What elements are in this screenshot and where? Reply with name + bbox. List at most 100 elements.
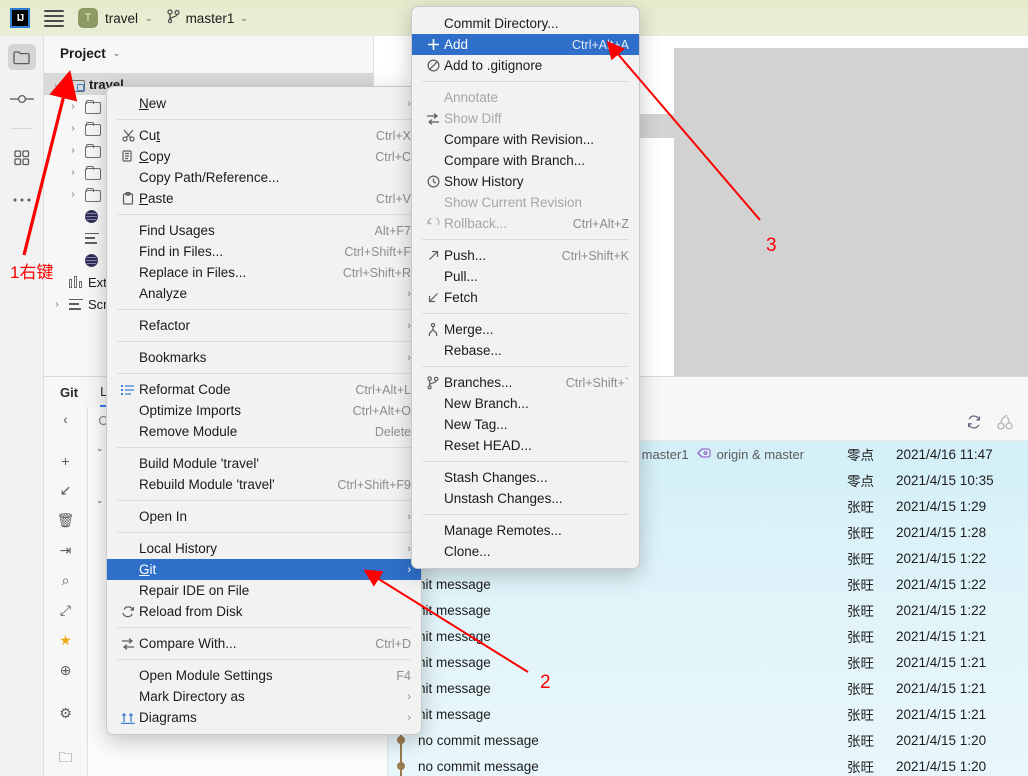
menu-item-new-tag[interactable]: New Tag... <box>412 414 639 435</box>
menu-item-paste[interactable]: Paste Ctrl+V <box>107 188 421 209</box>
git-log-row[interactable]: nit message 张旺 2021/4/15 1:22 <box>388 597 1028 623</box>
project-tool-icon[interactable] <box>7 44 36 70</box>
menu-item-build-module-travel[interactable]: Build Module 'travel' <box>107 453 421 474</box>
chevron-right-icon[interactable]: › <box>66 145 80 156</box>
menu-item-compare-with-branch[interactable]: Compare with Branch... <box>412 150 639 171</box>
chevron-down-icon[interactable]: ⌄ <box>50 79 64 90</box>
menu-item-shortcut: Ctrl+Shift+F <box>344 244 411 259</box>
menu-item-mark-directory-as[interactable]: Mark Directory as › <box>107 686 421 707</box>
menu-item-refactor[interactable]: Refactor › <box>107 315 421 336</box>
chevron-right-icon: › <box>407 351 411 364</box>
commit-date: 2021/4/15 1:21 <box>896 654 987 670</box>
git-log-row[interactable]: nit message 张旺 2021/4/15 1:21 <box>388 649 1028 675</box>
branch-widget[interactable]: master1 ⌄ <box>166 9 248 27</box>
group-by-icon[interactable]: 🗀 <box>52 748 80 770</box>
cherry-pick-icon[interactable] <box>996 414 1014 433</box>
chevron-right-icon[interactable]: › <box>66 123 80 134</box>
menu-item-add[interactable]: Add Ctrl+Alt+A <box>412 34 639 55</box>
menu-item-label: Pull... <box>444 269 478 284</box>
project-context-menu[interactable]: New › Cut Ctrl+X Copy Ctrl+C Copy Path/Referen… <box>106 86 422 735</box>
menu-item-show-history[interactable]: Show History <box>412 171 639 192</box>
menu-separator <box>422 366 629 367</box>
menu-item-local-history[interactable]: Local History › <box>107 538 421 559</box>
menu-item-open-in[interactable]: Open In › <box>107 506 421 527</box>
delete-icon[interactable]: 🗑 <box>52 512 80 529</box>
revert-icon[interactable]: ↙ <box>52 482 80 499</box>
menu-item-git[interactable]: Git › <box>107 559 421 580</box>
menu-item-compare-with-revision[interactable]: Compare with Revision... <box>412 129 639 150</box>
project-widget[interactable]: T travel ⌄ <box>78 8 153 28</box>
menu-item-unstash-changes[interactable]: Unstash Changes... <box>412 488 639 509</box>
show-diff-icon[interactable]: ⇥ <box>52 542 80 559</box>
more-tool-icon[interactable] <box>8 187 36 213</box>
menu-item-bookmarks[interactable]: Bookmarks › <box>107 347 421 368</box>
chevron-right-icon[interactable]: › <box>66 189 80 200</box>
menu-item-merge[interactable]: Merge... <box>412 319 639 340</box>
settings-icon[interactable]: ⚙ <box>52 705 80 722</box>
collapse-left-icon[interactable]: ‹ <box>52 411 80 427</box>
menu-item-fetch[interactable]: Fetch <box>412 287 639 308</box>
git-log-row[interactable]: no commit message 张旺 2021/4/15 1:20 <box>388 753 1028 776</box>
menu-item-rebase[interactable]: Rebase... <box>412 340 639 361</box>
menu-item-open-module-settings[interactable]: Open Module Settings F4 <box>107 665 421 686</box>
menu-item-repair-ide-on-file[interactable]: Repair IDE on File <box>107 580 421 601</box>
menu-item-rebuild-module-travel[interactable]: Rebuild Module 'travel' Ctrl+Shift+F9 <box>107 474 421 495</box>
menu-separator <box>117 341 411 342</box>
menu-item-copy[interactable]: Copy Ctrl+C <box>107 146 421 167</box>
menu-item-manage-remotes[interactable]: Manage Remotes... <box>412 520 639 541</box>
menu-item-commit-directory[interactable]: Commit Directory... <box>412 13 639 34</box>
refresh-icon[interactable] <box>966 414 982 433</box>
menu-item-find-usages[interactable]: Find Usages Alt+F7 <box>107 220 421 241</box>
chevron-right-icon[interactable]: › <box>50 299 64 310</box>
menu-item-find-in-files[interactable]: Find in Files... Ctrl+Shift+F <box>107 241 421 262</box>
git-log-row[interactable]: nit message 张旺 2021/4/15 1:21 <box>388 623 1028 649</box>
menu-item-copy-path-reference[interactable]: Copy Path/Reference... <box>107 167 421 188</box>
git-submenu[interactable]: Commit Directory... Add Ctrl+Alt+A Add to .… <box>411 6 640 569</box>
git-log-row[interactable]: no commit message 张旺 2021/4/15 1:20 <box>388 727 1028 753</box>
commit-subject: nit message <box>418 654 491 670</box>
menu-item-new-branch[interactable]: New Branch... <box>412 393 639 414</box>
menu-item-reset-head[interactable]: Reset HEAD... <box>412 435 639 456</box>
menu-item-push[interactable]: Push... Ctrl+Shift+K <box>412 245 639 266</box>
project-tool-window-header[interactable]: Project ⌄ <box>44 36 373 70</box>
menu-item-label: Open In <box>139 509 188 524</box>
ref-tag[interactable]: origin & master <box>696 447 804 462</box>
menu-item-cut[interactable]: Cut Ctrl+X <box>107 125 421 146</box>
menu-item-optimize-imports[interactable]: Optimize Imports Ctrl+Alt+O <box>107 400 421 421</box>
library-icon <box>69 276 83 288</box>
menu-item-reload-from-disk[interactable]: Reload from Disk <box>107 601 421 622</box>
add-icon[interactable]: + <box>52 453 80 469</box>
expand-icon[interactable]: ⤢ <box>52 602 80 619</box>
menu-item-shortcut: Ctrl+Alt+Z <box>572 216 629 231</box>
menu-item-new[interactable]: New › <box>107 93 421 114</box>
favorite-icon[interactable]: ★ <box>52 632 80 649</box>
chevron-right-icon[interactable]: › <box>66 167 80 178</box>
chevron-right-icon[interactable]: › <box>66 101 80 112</box>
git-log-row[interactable]: nit message 张旺 2021/4/15 1:22 <box>388 571 1028 597</box>
structure-tool-icon[interactable] <box>8 145 36 171</box>
commit-date: 2021/4/15 1:21 <box>896 706 987 722</box>
main-menu-icon[interactable] <box>44 9 64 27</box>
menu-item-pull[interactable]: Pull... <box>412 266 639 287</box>
menu-item-label: Local History <box>139 541 218 556</box>
menu-item-reformat-code[interactable]: Reformat Code Ctrl+Alt+L <box>107 379 421 400</box>
menu-item-replace-in-files[interactable]: Replace in Files... Ctrl+Shift+R <box>107 262 421 283</box>
menu-item-diagrams[interactable]: Diagrams › <box>107 707 421 728</box>
target-icon[interactable]: ⊕ <box>52 662 80 679</box>
menu-separator <box>422 239 629 240</box>
git-log-row[interactable]: nit message 张旺 2021/4/15 1:21 <box>388 675 1028 701</box>
project-title-label: Project <box>60 45 106 61</box>
commit-tool-icon[interactable] <box>8 86 36 112</box>
git-log-row[interactable]: nit message 张旺 2021/4/15 1:21 <box>388 701 1028 727</box>
menu-item-add-to-gitignore[interactable]: Add to .gitignore › <box>412 55 639 76</box>
menu-item-branches[interactable]: Branches... Ctrl+Shift+` <box>412 372 639 393</box>
menu-item-stash-changes[interactable]: Stash Changes... <box>412 467 639 488</box>
commit-graph-node <box>388 753 414 776</box>
search-icon[interactable]: ⌕ <box>52 572 80 589</box>
menu-item-remove-module[interactable]: Remove Module Delete <box>107 421 421 442</box>
git-tab-git[interactable]: Git <box>60 377 78 407</box>
menu-item-analyze[interactable]: Analyze › <box>107 283 421 304</box>
menu-item-label: Compare With... <box>139 636 237 651</box>
menu-item-compare-with[interactable]: Compare With... Ctrl+D <box>107 633 421 654</box>
menu-item-clone[interactable]: Clone... <box>412 541 639 562</box>
